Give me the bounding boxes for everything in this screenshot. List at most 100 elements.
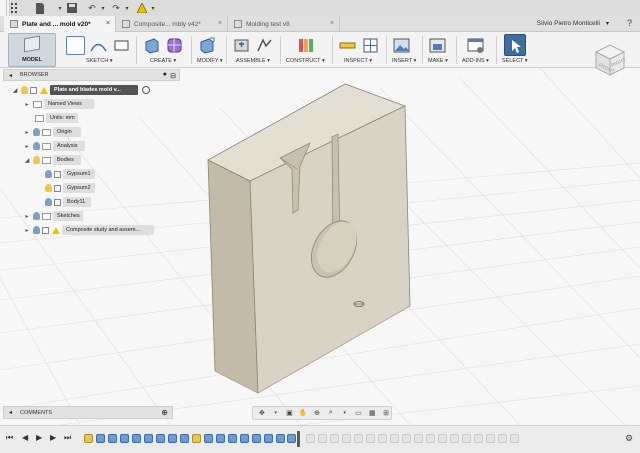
warning-dropdown-icon[interactable]: ▾ [147,2,159,14]
collapsed-arrow-icon[interactable]: ▸ [23,143,31,150]
timeline-feature-item[interactable] [168,434,177,443]
extrude-icon[interactable] [142,36,161,55]
close-icon[interactable]: × [330,20,334,27]
select-menu[interactable]: SELECT ▾ [502,58,528,64]
workspace-switcher[interactable]: MODEL [8,33,56,67]
add-comment-icon[interactable]: ⊕ [161,408,168,417]
modify-menu[interactable]: MODIFY ▾ [197,58,223,64]
offset-plane-icon[interactable] [296,36,315,55]
expand-icon[interactable]: ⊟ [170,72,176,80]
play-icon[interactable]: ▶ [36,433,42,442]
viewports-icon[interactable]: ⊞ [381,409,391,418]
pin-icon[interactable]: ● [163,71,167,78]
collapsed-arrow-icon[interactable]: ▸ [23,101,31,108]
close-icon[interactable]: × [106,20,110,27]
visibility-icon[interactable] [45,170,52,178]
timeline-feature-item[interactable] [252,434,261,443]
timeline-feature-item[interactable] [96,434,105,443]
arc-icon[interactable] [89,36,108,55]
timeline-suppressed-item[interactable] [354,434,363,443]
go-to-start-icon[interactable]: ⏮ [6,433,13,443]
redo-dropdown-icon[interactable]: ▾ [121,2,133,14]
visibility-icon[interactable] [45,184,52,192]
close-icon[interactable]: × [218,20,222,27]
file-icon[interactable] [34,2,46,14]
timeline-feature-item[interactable] [264,434,273,443]
timeline-suppressed-item[interactable] [306,434,315,443]
tab-molding-test[interactable]: Molding test v8 × [228,16,340,32]
help-icon[interactable]: ? [627,18,632,28]
timeline-feature-item[interactable] [216,434,225,443]
orbit-icon[interactable]: ✥ [257,409,267,418]
collapse-icon[interactable]: ◂ [9,409,12,416]
tree-item-origin[interactable]: ▸ Origin [23,126,81,138]
collapsed-arrow-icon[interactable]: ▸ [23,213,31,220]
timeline-suppressed-item[interactable] [342,434,351,443]
tab-composite-assembly[interactable]: Composite... mbly v42* × [116,16,228,32]
timeline-feature-item[interactable] [132,434,141,443]
tree-item-body11[interactable]: Body11 [43,196,91,208]
timeline-suppressed-item[interactable] [414,434,423,443]
timeline-suppressed-item[interactable] [318,434,327,443]
display-settings-icon[interactable]: ▭ [354,409,364,418]
timeline-suppressed-item[interactable] [426,434,435,443]
addins-menu[interactable]: ADD-INS ▾ [462,58,489,64]
visibility-icon[interactable] [33,142,40,150]
select-icon[interactable] [504,34,526,56]
tree-item-composite-study[interactable]: ▸ Composite study and assem... [23,224,154,236]
timeline-feature-item[interactable] [276,434,285,443]
timeline-sketch-item[interactable] [84,434,93,443]
timeline-suppressed-item[interactable] [498,434,507,443]
look-at-icon[interactable]: ▣ [285,409,295,418]
form-icon[interactable] [165,36,184,55]
tree-item-gypsum1[interactable]: Gypsum1 [43,168,95,180]
timeline-suppressed-item[interactable] [486,434,495,443]
new-component-icon[interactable] [232,36,251,55]
timeline-feature-item[interactable] [144,434,153,443]
pan-icon[interactable]: ✋ [298,409,308,418]
tree-item-named-views[interactable]: ▸ Named Views [23,98,94,110]
view-cube[interactable]: FRONT RIGHT [590,40,630,80]
joint-icon[interactable] [255,36,274,55]
grid-settings-icon[interactable]: ▦ [367,409,377,418]
insert-menu[interactable]: INSERT ▾ [392,58,416,64]
timeline-feature-item[interactable] [120,434,129,443]
timeline-feature-item[interactable] [156,434,165,443]
timeline-feature-item[interactable] [240,434,249,443]
timeline-feature-item[interactable] [108,434,117,443]
tree-root[interactable]: ◢ Plate and blades mold v... [11,84,150,96]
dropdown-icon[interactable]: ▾ [54,2,66,14]
timeline-feature-item[interactable] [180,434,189,443]
visibility-icon[interactable] [33,156,40,164]
step-forward-icon[interactable]: ▶ [50,433,56,442]
step-back-icon[interactable]: ◀ [22,433,28,442]
timeline-marker[interactable] [297,431,300,447]
rectangle-icon[interactable] [112,36,131,55]
browser-header[interactable]: ◂ BROWSER ● ⊟ [3,69,180,81]
visibility-icon[interactable] [33,128,40,136]
timeline-suppressed-item[interactable] [366,434,375,443]
sketch-menu[interactable]: SKETCH ▾ [86,58,113,64]
timeline-track[interactable] [84,431,614,447]
assemble-menu[interactable]: ASSEMBLE ▾ [236,58,270,64]
section-analysis-icon[interactable] [361,36,380,55]
timeline-suppressed-item[interactable] [390,434,399,443]
user-dropdown-icon[interactable]: ▾ [606,20,609,27]
visibility-icon[interactable] [21,86,28,94]
press-pull-icon[interactable] [197,36,216,55]
timeline-settings-icon[interactable]: ⚙ [625,433,633,444]
save-icon[interactable] [66,2,78,14]
insert-image-icon[interactable] [392,36,411,55]
tree-item-sketches[interactable]: ▸ Sketches [23,210,83,222]
fit-icon[interactable]: ⌕ [326,409,336,418]
timeline-feature-item[interactable] [204,434,213,443]
go-to-end-icon[interactable]: ⏭ [64,433,71,443]
tree-item-units[interactable]: Units: mm [33,112,78,124]
construct-menu[interactable]: CONSTRUCT ▾ [286,58,325,64]
timeline-suppressed-item[interactable] [378,434,387,443]
timeline-suppressed-item[interactable] [402,434,411,443]
create-sketch-icon[interactable] [66,36,85,55]
timeline-suppressed-item[interactable] [330,434,339,443]
visibility-icon[interactable] [45,198,52,206]
tree-item-analysis[interactable]: ▸ Analysis [23,140,85,152]
